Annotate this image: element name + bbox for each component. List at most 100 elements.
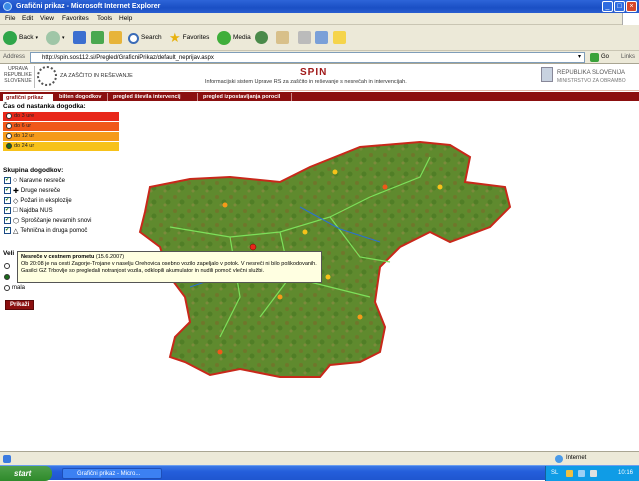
checkbox[interactable]: ✓ bbox=[4, 197, 11, 204]
tooltip-title: Nesreče v cestnem prometu bbox=[21, 254, 95, 260]
hexagon-icon: ⬡ bbox=[13, 217, 20, 225]
time-option-6h[interactable]: do 6 ur bbox=[3, 122, 119, 131]
event-marker[interactable] bbox=[332, 169, 338, 175]
logo-text: ZA ZAŠČITO IN REŠEVANJE bbox=[60, 73, 133, 79]
messenger-icon[interactable] bbox=[333, 31, 346, 44]
event-marker[interactable] bbox=[357, 314, 363, 320]
time-radio[interactable] bbox=[6, 113, 12, 119]
search-icon bbox=[128, 32, 139, 44]
app-subtitle: Informacijski sistem Uprave RS za zaščit… bbox=[205, 79, 407, 85]
event-marker[interactable] bbox=[382, 184, 388, 190]
menu-favorites[interactable]: Favorites bbox=[62, 13, 89, 25]
site-header: UPRAVA REPUBLIKE SLOVENIJE ZA ZAŠČITO IN… bbox=[0, 64, 639, 91]
history-icon[interactable] bbox=[255, 31, 268, 44]
volume-icon[interactable] bbox=[590, 470, 597, 477]
size-radio-selected[interactable] bbox=[4, 273, 10, 280]
checkbox[interactable]: ✓ bbox=[4, 217, 11, 224]
menu-edit[interactable]: Edit bbox=[22, 13, 33, 25]
tray-icon[interactable] bbox=[578, 470, 585, 477]
stop-icon[interactable] bbox=[73, 31, 86, 44]
menu-bar: File Edit View Favorites Tools Help bbox=[0, 13, 639, 25]
home-icon[interactable] bbox=[109, 31, 122, 44]
group-tehnicna[interactable]: ✓ △ Tehnična in druga pomoč bbox=[4, 226, 87, 235]
star-icon: ★ bbox=[169, 30, 181, 45]
checkbox[interactable]: ✓ bbox=[4, 187, 11, 194]
event-marker[interactable] bbox=[249, 243, 257, 251]
tab-pregled-intervencij[interactable]: pregled števila intervencij bbox=[110, 93, 198, 101]
back-arrow-icon bbox=[3, 31, 17, 45]
mail-icon[interactable] bbox=[276, 31, 289, 44]
tray-icon[interactable] bbox=[566, 470, 573, 477]
size-option[interactable] bbox=[4, 272, 12, 281]
close-button[interactable]: × bbox=[626, 1, 637, 12]
back-button[interactable]: Back ▾ bbox=[3, 30, 38, 46]
favorites-button[interactable]: ★ Favorites bbox=[169, 30, 209, 46]
group-nus[interactable]: ✓ □ Najdba NUS bbox=[4, 206, 53, 215]
time-option-12h[interactable]: do 12 ur bbox=[3, 132, 119, 141]
zone-label: Internet bbox=[566, 455, 587, 461]
event-marker[interactable] bbox=[302, 229, 308, 235]
tab-graficni-prikaz[interactable]: grafični prikaz bbox=[2, 93, 54, 101]
window-title: Grafični prikaz - Microsoft Internet Exp… bbox=[16, 3, 161, 10]
time-radio[interactable] bbox=[6, 123, 12, 129]
group-druge[interactable]: ✓ ✚ Druge nesreče bbox=[4, 186, 60, 195]
size-radio[interactable] bbox=[4, 262, 10, 269]
address-input[interactable]: http://spin.sos112.si/Pregled/GraficniPr… bbox=[30, 52, 585, 63]
slovenia-coat-of-arms-icon bbox=[541, 67, 553, 82]
size-option[interactable] bbox=[4, 261, 12, 270]
system-tray: SL 10:16 bbox=[545, 466, 639, 481]
urszr-logo: UPRAVA REPUBLIKE SLOVENIJE bbox=[2, 66, 35, 88]
taskbar-item-ie[interactable]: Grafični prikaz - Micro... bbox=[62, 468, 162, 479]
search-button[interactable]: Search bbox=[128, 30, 162, 46]
go-button[interactable]: Go bbox=[590, 52, 609, 63]
group-pozari[interactable]: ✓ ◇ Požari in eksplozije bbox=[4, 196, 72, 205]
time-radio-selected[interactable] bbox=[6, 143, 12, 149]
menu-file[interactable]: File bbox=[5, 13, 15, 25]
menu-help[interactable]: Help bbox=[119, 13, 132, 25]
show-button[interactable]: Prikaži bbox=[5, 300, 35, 310]
window-title-bar: Grafični prikaz - Microsoft Internet Exp… bbox=[0, 0, 639, 13]
ministry-line2: MINISTRSTVO ZA OBRAMBO bbox=[557, 78, 626, 84]
time-heading: Čas od nastanka dogodka: bbox=[3, 103, 86, 110]
forward-button[interactable]: ▾ bbox=[46, 30, 65, 46]
tab-bilten-dogodkov[interactable]: bilten dogodkov bbox=[56, 93, 108, 101]
circle-icon: ○ bbox=[13, 177, 18, 184]
address-dropdown-icon[interactable]: ▾ bbox=[578, 53, 581, 60]
event-marker[interactable] bbox=[437, 184, 443, 190]
refresh-icon[interactable] bbox=[91, 31, 104, 44]
page-icon bbox=[3, 455, 11, 463]
size-heading: Veli bbox=[3, 250, 15, 257]
menu-tools[interactable]: Tools bbox=[97, 13, 112, 25]
toolbar: Back ▾ ▾ Search ★ Favorites Media bbox=[0, 25, 639, 51]
address-bar: Address http://spin.sos112.si/Pregled/Gr… bbox=[0, 51, 639, 64]
minimize-button[interactable]: _ bbox=[602, 1, 613, 12]
forward-arrow-icon bbox=[46, 31, 60, 45]
checkbox[interactable]: ✓ bbox=[4, 207, 11, 214]
group-heading: Skupina dogodkov: bbox=[3, 167, 64, 174]
start-button[interactable]: start bbox=[0, 466, 52, 481]
triangle-icon: △ bbox=[13, 227, 19, 235]
group-snovi[interactable]: ✓ ⬡ Sproščanje nevarnih snovi bbox=[4, 216, 92, 225]
maximize-button[interactable]: □ bbox=[614, 1, 625, 12]
checkbox[interactable]: ✓ bbox=[4, 227, 11, 234]
time-radio[interactable] bbox=[6, 133, 12, 139]
edit-icon[interactable] bbox=[315, 31, 328, 44]
event-marker[interactable] bbox=[222, 202, 228, 208]
size-radio[interactable] bbox=[4, 284, 10, 291]
event-marker[interactable] bbox=[277, 294, 283, 300]
print-icon[interactable] bbox=[298, 31, 311, 44]
language-indicator[interactable]: SL bbox=[551, 466, 558, 481]
menu-view[interactable]: View bbox=[40, 13, 54, 25]
checkbox[interactable]: ✓ bbox=[4, 177, 11, 184]
time-option-3h[interactable]: do 3 ure bbox=[3, 112, 119, 121]
group-naravne[interactable]: ✓ ○ Naravne nesreče bbox=[4, 176, 65, 185]
windows-logo-icon bbox=[622, 13, 639, 25]
time-option-24h[interactable]: do 24 ur bbox=[3, 142, 119, 151]
size-option-mala[interactable]: mala bbox=[4, 283, 25, 292]
event-marker[interactable] bbox=[325, 274, 331, 280]
clock: 10:16 bbox=[618, 470, 634, 476]
event-marker[interactable] bbox=[217, 349, 223, 355]
media-button[interactable]: Media bbox=[217, 30, 251, 46]
links-button[interactable]: Links bbox=[621, 51, 635, 64]
tab-pregled-porocil[interactable]: pregled izpostavljanja porocil bbox=[200, 93, 292, 101]
